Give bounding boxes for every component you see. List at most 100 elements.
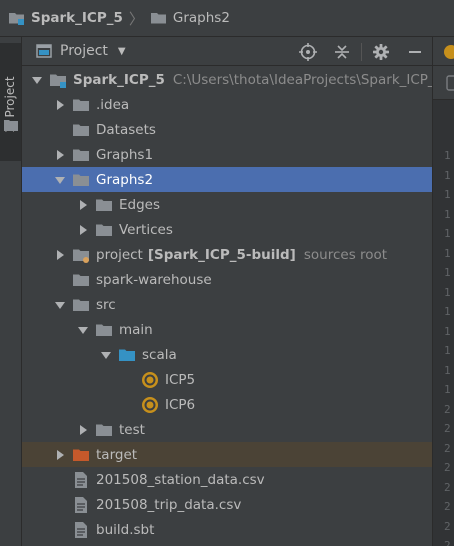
tree-item-name: Datasets: [96, 121, 156, 138]
chevron-right-icon[interactable]: [77, 224, 89, 236]
folder-icon: [95, 221, 113, 239]
scala-object-icon: [141, 396, 159, 414]
tree-item-spark-warehouse[interactable]: spark-warehouse: [22, 267, 432, 292]
tree-item-name: ICP5: [165, 371, 196, 388]
chevron-right-icon[interactable]: [54, 449, 66, 461]
tree-item-label: scala: [142, 347, 177, 363]
toolbar-divider: [361, 42, 362, 61]
line-number: 1: [444, 246, 451, 260]
folder-icon: [72, 146, 90, 164]
line-number: 2: [444, 539, 451, 546]
chevron-right-icon[interactable]: [54, 249, 66, 261]
folder-icon: [95, 321, 113, 339]
chevron-down-icon[interactable]: [54, 299, 66, 311]
tree-item-trip[interactable]: 201508_trip_data.csv: [22, 492, 432, 517]
line-number: 1: [444, 285, 451, 299]
chevron-right-icon[interactable]: [77, 424, 89, 436]
tree-item-idea[interactable]: .idea: [22, 92, 432, 117]
frame-icon: [446, 75, 454, 91]
folder-icon: [150, 13, 166, 24]
tree-item-label: src: [96, 297, 116, 313]
tree-item-station[interactable]: 201508_station_data.csv: [22, 467, 432, 492]
tree-item-graphs1[interactable]: Graphs1: [22, 142, 432, 167]
tree-item-src[interactable]: src: [22, 292, 432, 317]
line-number: 2: [444, 402, 451, 416]
chevron-right-icon[interactable]: [54, 99, 66, 111]
tree-item-target[interactable]: target: [22, 442, 432, 467]
tree-item-buildsbt[interactable]: build.sbt: [22, 517, 432, 542]
tree-item-name: Vertices: [119, 221, 173, 238]
hide-panel-button[interactable]: [398, 37, 432, 66]
tree-item-label: test: [119, 422, 145, 438]
module-name: [Spark_ICP_5-build]: [147, 246, 296, 263]
tree-item-icp5[interactable]: ICP5: [22, 367, 432, 392]
tree-item-icp6[interactable]: ICP6: [22, 392, 432, 417]
gear-icon: [373, 43, 389, 60]
breadcrumb-separator: 〉: [128, 9, 144, 28]
file-icon: [72, 471, 90, 489]
line-number: 1: [444, 188, 451, 201]
view-selector[interactable]: Project ▼: [22, 43, 126, 59]
chevron-down-icon[interactable]: [100, 349, 112, 361]
line-number: 1: [444, 207, 451, 221]
tree-item-name: test: [119, 421, 145, 438]
tree-item-name: 201508_station_data.csv: [96, 471, 265, 488]
breadcrumb-folder-label: Graphs2: [172, 10, 230, 26]
line-number: 1: [444, 227, 451, 240]
tree-item-datasets[interactable]: Datasets: [22, 117, 432, 142]
line-number: 1: [444, 266, 451, 279]
locate-button[interactable]: [291, 37, 325, 66]
breadcrumb-project-label: Spark_ICP_5: [31, 10, 123, 26]
tree-item-name: Graphs1: [96, 146, 154, 163]
breadcrumb-folder[interactable]: Graphs2: [150, 10, 230, 26]
file-icon: [72, 496, 90, 514]
folder-icon: [72, 171, 90, 189]
settings-button[interactable]: [364, 37, 398, 66]
line-number: 2: [444, 519, 451, 533]
chevron-right-icon[interactable]: [54, 149, 66, 161]
editor-tab-stub[interactable]: [433, 37, 454, 66]
chevron-down-icon[interactable]: [77, 324, 89, 336]
tree-item-label: .idea: [96, 97, 129, 113]
tree-item-root[interactable]: Spark_ICP_5 C:\Users\thota\IdeaProjects\S…: [22, 67, 443, 92]
line-number: 1: [444, 305, 451, 318]
tree-item-label: 201508_station_data.csv: [96, 472, 265, 488]
tree-item-graphs2[interactable]: Graphs2: [22, 167, 432, 192]
line-number: 2: [444, 461, 451, 474]
tree-item-main[interactable]: main: [22, 317, 432, 342]
collapse-all-button[interactable]: [325, 37, 359, 66]
tree-item-label: ICP6: [165, 397, 195, 413]
chevron-right-icon[interactable]: [77, 199, 89, 211]
tree-item-label: Vertices: [119, 222, 173, 238]
line-number: 2: [444, 422, 451, 435]
folder-icon: [95, 421, 113, 439]
line-number: 1: [444, 363, 451, 377]
tree-item-name: main: [119, 321, 153, 338]
panel-title: Project: [60, 43, 108, 59]
tree-item-vertices[interactable]: Vertices: [22, 217, 432, 242]
chevron-down-icon[interactable]: [31, 74, 43, 86]
tree-item-label: build.sbt: [96, 522, 154, 538]
tree-item-edges[interactable]: Edges: [22, 192, 432, 217]
tree-item-test[interactable]: test: [22, 417, 432, 442]
tree-item-label: Spark_ICP_5 C:\Users\thota\IdeaProjects\S…: [73, 72, 443, 88]
line-number: 1: [444, 324, 451, 338]
project-path: C:\Users\thota\IdeaProjects\Spark_ICP_5: [172, 71, 444, 88]
tree-item-label: ICP5: [165, 372, 195, 388]
tree-item-name: Graphs2: [96, 171, 154, 188]
project-view-icon: [36, 44, 52, 58]
line-number: 1: [444, 344, 451, 357]
scala-object-icon: [444, 45, 454, 59]
breadcrumb-project[interactable]: Spark_ICP_5: [8, 10, 123, 26]
tree-item-label: project [Spark_ICP_5-build] sources root: [96, 247, 387, 263]
tree-item-label: spark-warehouse: [96, 272, 212, 288]
project-tree[interactable]: Spark_ICP_5 C:\Users\thota\IdeaProjects\S…: [22, 66, 443, 546]
folder-icon: [95, 196, 113, 214]
tree-item-name: Spark_ICP_5: [73, 71, 165, 88]
tree-item-name: spark-warehouse: [96, 271, 212, 288]
tree-item-scala[interactable]: scala: [22, 342, 432, 367]
project-tool-tab[interactable]: 1: Project: [0, 43, 21, 161]
line-number: 1: [444, 383, 451, 396]
tree-item-project[interactable]: project [Spark_ICP_5-build] sources root: [22, 242, 432, 267]
chevron-down-icon[interactable]: [54, 174, 66, 186]
